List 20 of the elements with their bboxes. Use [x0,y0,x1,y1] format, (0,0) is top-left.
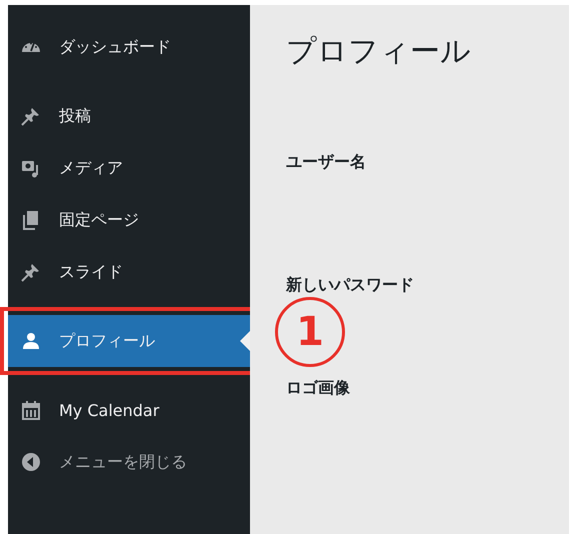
collapse-menu-button[interactable]: メニューを閉じる [8,436,250,488]
pin-icon [21,262,41,282]
menu-item[interactable]: 投稿 [8,90,250,142]
menu-item[interactable]: プロフィール [8,315,250,367]
menu-item[interactable]: ダッシュボード [8,21,250,73]
field-label: ロゴ画像 [286,378,350,399]
calendar-icon [21,400,41,420]
page-title: プロフィール [286,33,472,71]
menu-item[interactable]: 固定ページ [8,194,250,246]
field-label: ユーザー名 [286,152,366,173]
media-icon [21,158,41,178]
pin-icon [21,106,41,126]
menu-item[interactable]: My Calendar [8,384,250,436]
step-marker: 1 [275,297,345,367]
field-label: 新しいパスワード [286,275,414,296]
pages-icon [21,210,41,230]
menu-item[interactable]: スライド [8,246,250,298]
menu-item[interactable]: メディア [8,142,250,194]
user-icon [21,331,41,351]
collapse-icon [21,452,41,472]
